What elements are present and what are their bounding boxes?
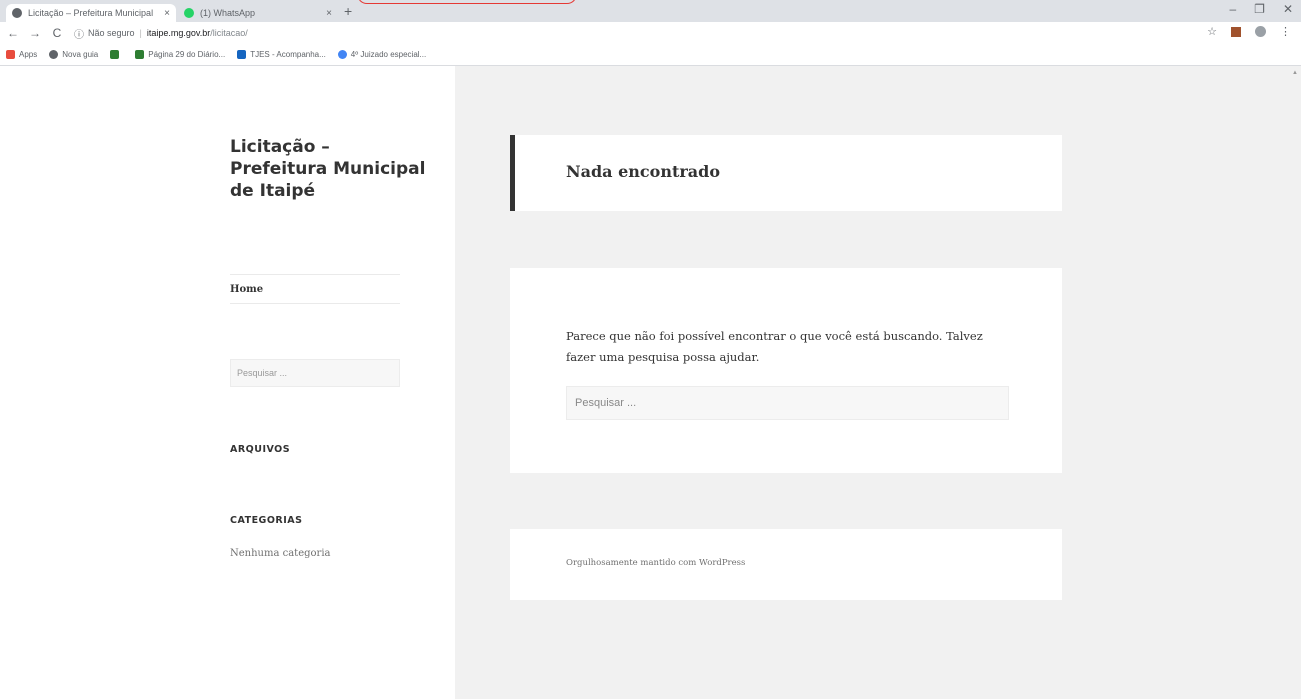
browser-tab-strip: Licitação – Prefeitura Municipal × (1) W… [0, 0, 1301, 22]
bookmark-label: Nova guia [62, 50, 99, 59]
scroll-up-arrow-icon[interactable]: ▲ [1292, 70, 1298, 76]
tab-licitacao[interactable]: Licitação – Prefeitura Municipal × [6, 4, 176, 22]
bookmark-diario[interactable]: Página 29 do Diário... [135, 50, 225, 59]
globe-icon [49, 50, 59, 59]
content-card: Parece que não foi possível encontrar o … [510, 268, 1062, 473]
bookmark-label: TJES - Acompanha... [250, 50, 326, 59]
globe-icon [12, 8, 22, 18]
page-title: Nada encontrado [566, 162, 721, 181]
tab-title: (1) WhatsApp [200, 8, 256, 18]
reload-button[interactable]: C [48, 26, 66, 40]
widget-title-categorias: CATEGORIAS [230, 515, 303, 526]
sidebar: Licitação – Prefeitura Municipal de Itai… [0, 66, 455, 699]
close-tab-icon[interactable]: × [326, 8, 332, 19]
bookmark-nova-guia[interactable]: Nova guia [49, 50, 98, 59]
tab-whatsapp[interactable]: (1) WhatsApp × [178, 4, 338, 22]
bookmarks-bar: Apps Nova guia Página 29 do Diário... TJ… [0, 44, 1301, 66]
new-tab-button[interactable]: + [344, 4, 352, 18]
bookmark-label: 4º Juizado especial... [350, 50, 427, 59]
whatsapp-icon [184, 8, 194, 18]
annotation-outline [357, 0, 577, 4]
widget-title-arquivos: ARQUIVOS [230, 444, 291, 455]
bookmark-juizado[interactable]: 4º Juizado especial... [337, 50, 427, 59]
main-search-input[interactable]: Pesquisar ... [566, 386, 1009, 420]
toolbar-actions: ☆ ⋮ [1207, 25, 1291, 38]
url-path: /licitacao/ [210, 28, 248, 38]
bookmark-label: Apps [19, 50, 38, 59]
menu-icon[interactable]: ⋮ [1280, 25, 1291, 38]
google-icon [337, 50, 347, 59]
menu-item-home[interactable]: Home [230, 274, 400, 304]
url-host: itaipe.mg.gov.br [146, 28, 211, 38]
bookmark-label: Página 29 do Diário... [148, 50, 226, 59]
window-controls: – ❐ ✕ [1229, 2, 1293, 16]
page-header-card: Nada encontrado [510, 135, 1062, 211]
security-label: Não seguro [88, 28, 135, 38]
close-tab-icon[interactable]: × [164, 8, 170, 19]
close-window-button[interactable]: ✕ [1283, 2, 1293, 16]
not-found-message: Parece que não foi possível encontrar o … [566, 329, 983, 364]
browser-toolbar: ← → C ⓘ Não seguro | itaipe.mg.gov.br /l… [0, 22, 1301, 44]
tab-title: Licitação – Prefeitura Municipal [28, 8, 154, 18]
sidebar-search-input[interactable]: Pesquisar ... [230, 359, 400, 387]
site-title[interactable]: Licitação – Prefeitura Municipal de Itai… [230, 136, 430, 202]
footer-credits-link[interactable]: Orgulhosamente mantido com WordPress [566, 558, 745, 568]
address-bar[interactable]: ⓘ Não seguro | itaipe.mg.gov.br /licitac… [74, 24, 248, 42]
star-icon[interactable]: ☆ [1207, 25, 1217, 38]
info-icon[interactable]: ⓘ [74, 26, 84, 41]
maximize-button[interactable]: ❐ [1254, 2, 1265, 16]
minimize-button[interactable]: – [1229, 2, 1236, 16]
categorias-empty-text: Nenhuma categoria [230, 548, 331, 559]
bookmark-tjes[interactable]: TJES - Acompanha... [237, 50, 326, 59]
apps-grid-icon [6, 50, 15, 59]
omnibox-separator: | [139, 28, 142, 38]
forward-button[interactable]: → [26, 26, 44, 40]
bookmark-favicon-only[interactable] [110, 50, 123, 59]
web-page: Licitação – Prefeitura Municipal de Itai… [0, 66, 1301, 699]
back-button[interactable]: ← [4, 26, 22, 40]
bookmark-apps[interactable]: Apps [6, 50, 37, 59]
site-favicon-icon [135, 50, 145, 59]
profile-icon[interactable] [1255, 26, 1266, 37]
footer-card: Orgulhosamente mantido com WordPress [510, 529, 1062, 600]
extension-icon[interactable] [1231, 26, 1241, 37]
site-favicon-icon [237, 50, 247, 59]
site-favicon-icon [110, 50, 120, 59]
